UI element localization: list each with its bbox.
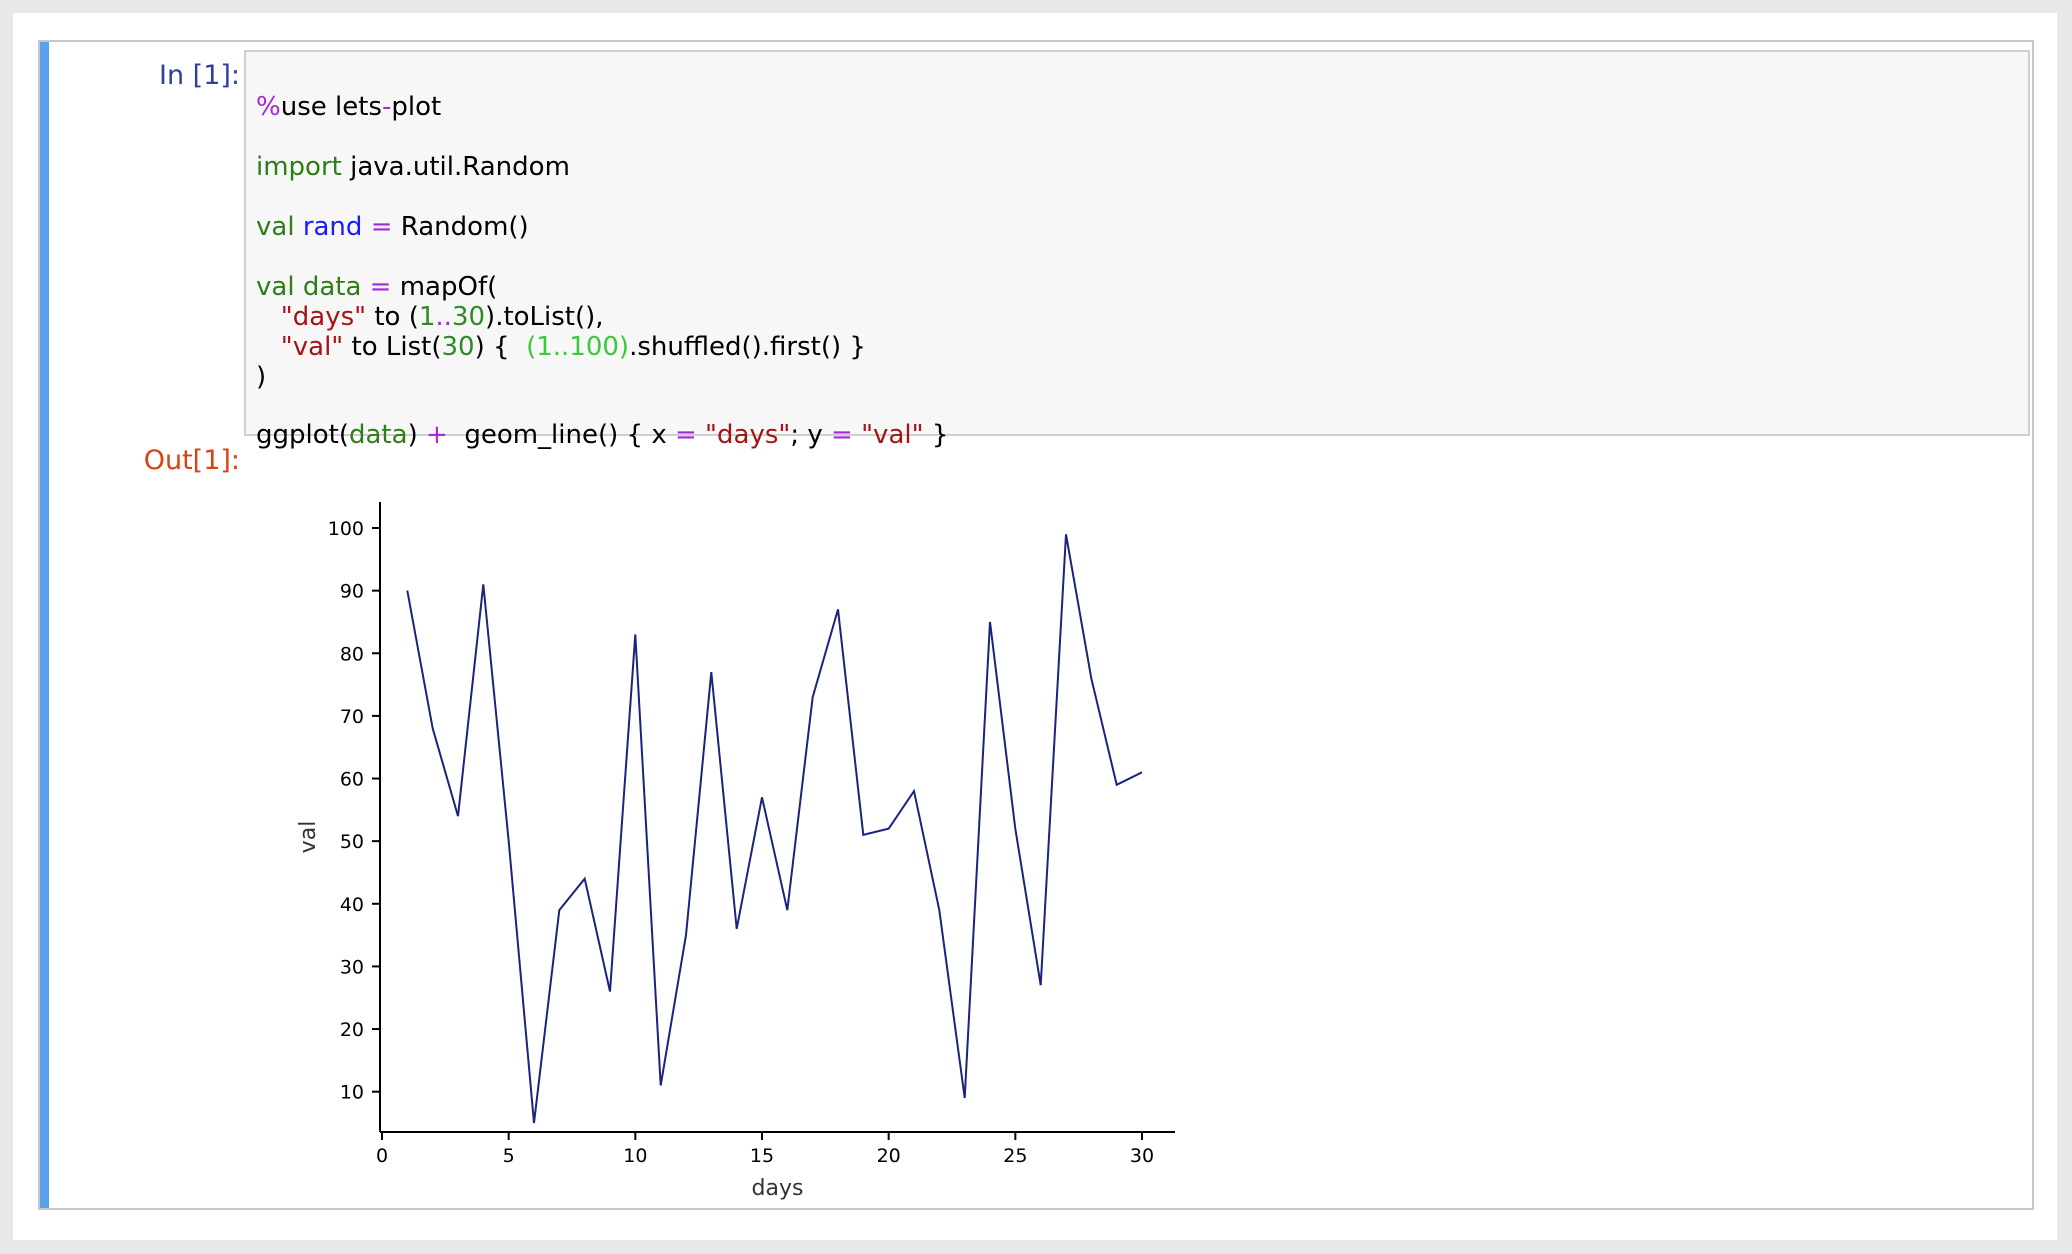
notebook-cell[interactable]: In [1]: %use lets-plot import java.util.R… bbox=[38, 40, 2034, 1210]
x-axis-label: days bbox=[752, 1176, 804, 1201]
output-prompt: Out[1]: bbox=[143, 445, 240, 476]
x-tick-label: 30 bbox=[1130, 1145, 1154, 1167]
series-line bbox=[406, 534, 1143, 1124]
y-tick-label: 80 bbox=[340, 643, 364, 665]
code-text: %use lets-plot import java.util.Random val… bbox=[256, 62, 948, 510]
y-tick-label: 30 bbox=[340, 956, 364, 978]
x-tick-label: 5 bbox=[503, 1145, 515, 1167]
x-tick-label: 10 bbox=[623, 1145, 647, 1167]
y-tick-label: 50 bbox=[340, 831, 364, 853]
y-tick-label: 40 bbox=[340, 894, 364, 916]
x-tick-label: 0 bbox=[376, 1145, 388, 1167]
code-line-5: "days" to (1..30).toList(), bbox=[280, 302, 604, 332]
cell-selection-bar bbox=[40, 42, 49, 1208]
notebook-page: In [1]: %use lets-plot import java.util.R… bbox=[13, 13, 2057, 1240]
line-chart: 10 20 30 40 50 60 70 80 90 100 0 5 10 15 20 25 30 days val bbox=[270, 452, 1190, 1212]
code-line-1: %use lets-plot bbox=[256, 92, 442, 122]
y-tick-label: 100 bbox=[328, 518, 364, 540]
code-line-8: ggplot(data) + geom_line() { x = "days";… bbox=[256, 420, 949, 450]
y-tick-label: 20 bbox=[340, 1019, 364, 1041]
input-prompt: In [1]: bbox=[159, 60, 240, 91]
x-tick-label: 15 bbox=[750, 1145, 774, 1167]
y-tick-label: 90 bbox=[340, 581, 364, 603]
y-tick-label: 70 bbox=[340, 706, 364, 728]
code-line-4: val data = mapOf( bbox=[256, 272, 498, 302]
code-input-area[interactable]: %use lets-plot import java.util.Random val… bbox=[244, 50, 2030, 450]
y-axis-label: val bbox=[296, 821, 321, 854]
x-tick-label: 25 bbox=[1003, 1145, 1027, 1167]
code-line-6: "val" to List(30) { (1..100).shuffled().… bbox=[280, 332, 866, 362]
code-line-2: import java.util.Random bbox=[256, 152, 570, 182]
code-line-7: ) bbox=[256, 362, 267, 392]
code-line-3: val rand = Random() bbox=[256, 212, 529, 242]
x-tick-label: 20 bbox=[877, 1145, 901, 1167]
y-tick-label: 60 bbox=[340, 769, 364, 791]
y-tick-label: 10 bbox=[340, 1082, 364, 1104]
chart-svg: 10 20 30 40 50 60 70 80 90 100 0 5 10 15 20 25 30 days val bbox=[296, 502, 1175, 1201]
